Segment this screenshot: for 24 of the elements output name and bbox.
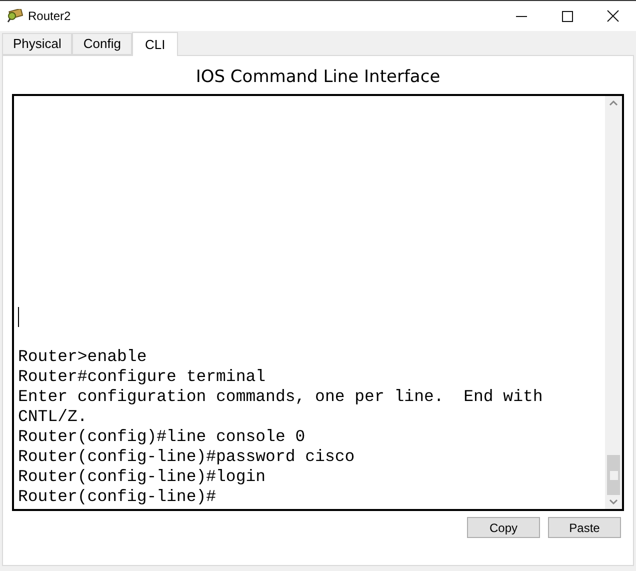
terminal-line: Router(config-line)#	[18, 487, 218, 507]
action-button[interactable]: Paste	[548, 517, 621, 538]
text-cursor	[18, 307, 19, 327]
maximize-icon	[562, 10, 572, 22]
scroll-down-icon[interactable]	[609, 499, 618, 505]
scroll-up-icon[interactable]	[609, 100, 618, 106]
close-icon	[607, 10, 619, 22]
panel-title: IOS Command Line Interface	[194, 66, 442, 89]
terminal-line: Router(config-line)#password cisco	[18, 447, 356, 467]
terminal-line: Router(config-line)#login	[18, 467, 267, 487]
terminal-line: Router#configure terminal	[18, 367, 267, 387]
scrollbar[interactable]	[605, 96, 622, 509]
terminal-line: Enter configuration commands, one per line. End with	[18, 387, 544, 407]
scrollbar-thumb[interactable]	[607, 455, 620, 495]
terminal-area[interactable]	[12, 94, 624, 511]
terminal-line: CNTL/Z.	[18, 407, 88, 427]
terminal-line: Router(config)#line console 0	[18, 427, 306, 447]
terminal-line: Router>enable	[18, 347, 148, 367]
router-icon	[7, 9, 23, 23]
window-title: Router2	[28, 8, 71, 25]
tab[interactable]: Config	[72, 33, 132, 55]
tab[interactable]: CLI	[132, 32, 178, 56]
action-button[interactable]: Copy	[467, 517, 540, 538]
tab[interactable]: Physical	[2, 33, 72, 55]
